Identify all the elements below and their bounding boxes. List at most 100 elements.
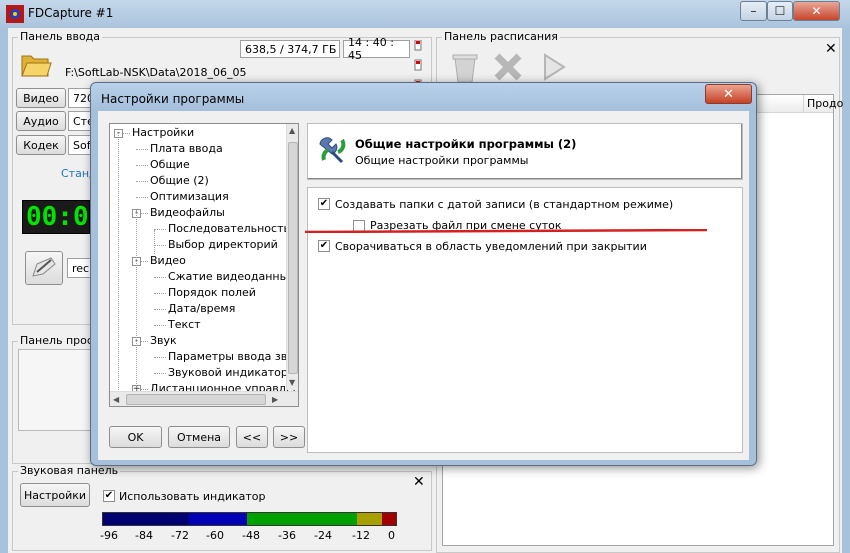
tree-guide xyxy=(136,210,137,394)
trash-icon[interactable] xyxy=(448,50,482,84)
tree-item[interactable]: Видео xyxy=(150,254,186,267)
settings-dialog: Настройки программы ✕ Настройки - Плата вв… xyxy=(90,82,757,466)
ok-button[interactable]: OK xyxy=(109,426,162,448)
disk-space-display: 638,5 / 374,7 ГБ xyxy=(240,40,340,58)
tree-connector xyxy=(136,149,148,150)
tree-item-label: Текст xyxy=(168,318,201,331)
tree-item[interactable]: Выбор директорий xyxy=(168,238,278,251)
scroll-left-icon[interactable]: ◀ xyxy=(113,395,119,404)
meter-tick: -48 xyxy=(242,529,260,542)
tree-horizontal-scrollbar[interactable]: ◀ ▶ xyxy=(110,391,298,406)
tree-guide xyxy=(154,230,155,254)
tree-item[interactable]: Общие (2) xyxy=(150,174,209,187)
scroll-up-icon[interactable]: ▲ xyxy=(289,126,295,135)
tree-item[interactable]: Дата/время xyxy=(168,302,235,315)
column-divider xyxy=(803,95,804,113)
settings-tools-icon xyxy=(316,134,348,166)
clock-value: 14 : 40 : 45 xyxy=(348,36,394,62)
tree-item[interactable]: Последовательность ф xyxy=(168,222,299,235)
meter-segment-high xyxy=(357,513,382,525)
tree-connector xyxy=(154,357,166,358)
tree-item[interactable]: Сжатие видеоданных xyxy=(168,270,295,283)
preview-area xyxy=(18,349,98,431)
tree-item-label: Звуковой индикатор xyxy=(168,366,288,379)
tree-item-label: Общие xyxy=(150,158,190,171)
meter-segment-mid xyxy=(247,513,357,525)
tree-item-label: Порядок полей xyxy=(168,286,256,299)
tree-item[interactable]: Звуковой индикатор xyxy=(168,366,288,379)
title-bar[interactable]: FDCapture #1 – ☐ ✕ xyxy=(0,0,850,28)
column-header-name[interactable]: Продо xyxy=(807,97,843,110)
hscroll-thumb[interactable] xyxy=(126,394,266,405)
audio-button[interactable]: Аудио xyxy=(16,111,66,131)
minimize-to-tray-checkbox[interactable]: ✔ xyxy=(318,240,330,252)
tree-item[interactable]: Звук xyxy=(150,334,177,347)
tree-item-label: Оптимизация xyxy=(150,190,229,203)
timer-display: 00:0 xyxy=(22,200,90,234)
use-indicator-checkbox[interactable]: ✔ xyxy=(103,490,115,502)
tree-item-label: Параметры ввода звук xyxy=(168,350,299,363)
clock-display: 14 : 40 : 45 xyxy=(343,36,410,62)
tree-item[interactable]: Порядок полей xyxy=(168,286,256,299)
tree-item[interactable]: Общие xyxy=(150,158,190,171)
sound-panel-close-icon[interactable]: ✕ xyxy=(413,474,425,490)
input-panel-label: Панель ввода xyxy=(18,30,103,43)
tree-item-label: Последовательность ф xyxy=(168,222,299,235)
meter-tick: -36 xyxy=(278,529,296,542)
tree-connector xyxy=(154,293,166,294)
tree-connector xyxy=(154,373,166,374)
create-date-folders-checkbox[interactable]: ✔ xyxy=(318,198,330,210)
tree-item[interactable]: Текст xyxy=(168,318,201,331)
tree-item-label: Видеофайлы xyxy=(150,206,225,219)
tree-connector xyxy=(154,309,166,310)
minimize-to-tray-label: Сворачиваться в область уведомлений при … xyxy=(335,240,647,253)
close-button[interactable]: ✕ xyxy=(793,1,840,21)
meter-tick: -96 xyxy=(100,529,118,542)
schedule-panel-label: Панель расписания xyxy=(442,30,560,43)
prev-page-button[interactable]: << xyxy=(236,426,268,448)
delete-x-icon[interactable] xyxy=(491,50,525,84)
app-title: FDCapture #1 xyxy=(28,6,114,20)
meter-segment-low xyxy=(103,513,189,525)
tree-item[interactable]: Видеофайлы xyxy=(150,206,225,219)
tree-item-label: Сжатие видеоданных xyxy=(168,270,295,283)
dialog-close-button[interactable]: ✕ xyxy=(705,84,752,104)
dialog-title: Настройки программы xyxy=(101,92,245,106)
sound-settings-button[interactable]: Настройки xyxy=(20,483,90,507)
next-page-button[interactable]: >> xyxy=(273,426,305,448)
tree-connector xyxy=(154,229,166,230)
tree-item-label: Звук xyxy=(150,334,177,347)
use-indicator-label: Использовать индикатор xyxy=(119,490,266,503)
tree-item-label: Видео xyxy=(150,254,186,267)
scroll-thumb[interactable] xyxy=(288,142,298,374)
tree-item[interactable]: Настройки xyxy=(132,126,194,139)
meter-tick: -60 xyxy=(206,529,224,542)
sound-level-meter xyxy=(102,512,397,526)
create-date-folders-label: Создавать папки с датой записи (в станда… xyxy=(335,198,674,211)
open-folder-icon[interactable] xyxy=(20,50,52,78)
scroll-down-icon[interactable]: ▼ xyxy=(289,378,295,387)
tree-connector xyxy=(136,181,148,182)
settings-tree[interactable]: Настройки - Плата ввода Общие Общие (2) Оптим… xyxy=(109,123,299,407)
tree-item[interactable]: Параметры ввода звук xyxy=(168,350,299,363)
tree-item[interactable]: Оптимизация xyxy=(150,190,229,203)
tree-item-label: Дата/время xyxy=(168,302,236,315)
codec-button[interactable]: Кодек xyxy=(16,135,66,155)
meter-scale: -96 -84 -72 -60 -48 -36 -24 -12 0 xyxy=(100,529,402,545)
meter-tick: 0 xyxy=(388,529,395,542)
schedule-panel-close-icon[interactable]: ✕ xyxy=(825,41,837,57)
snapshot-button[interactable] xyxy=(25,251,63,285)
meter-tick: -12 xyxy=(352,529,370,542)
scroll-right-icon[interactable]: ▶ xyxy=(272,395,278,404)
tree-item-label: Общие (2) xyxy=(150,174,209,187)
minimize-button[interactable]: – xyxy=(740,1,767,21)
play-arrow-icon[interactable] xyxy=(536,50,570,84)
tree-item[interactable]: Плата ввода xyxy=(150,142,223,155)
video-button[interactable]: Видео xyxy=(16,88,66,108)
meter-segment-peak xyxy=(382,513,396,525)
maximize-button[interactable]: ☐ xyxy=(767,1,793,21)
cancel-button[interactable]: Отмена xyxy=(168,426,230,448)
tree-connector xyxy=(154,277,166,278)
tree-vertical-scrollbar[interactable]: ▲ ▼ xyxy=(286,124,298,390)
tree-connector xyxy=(154,245,166,246)
